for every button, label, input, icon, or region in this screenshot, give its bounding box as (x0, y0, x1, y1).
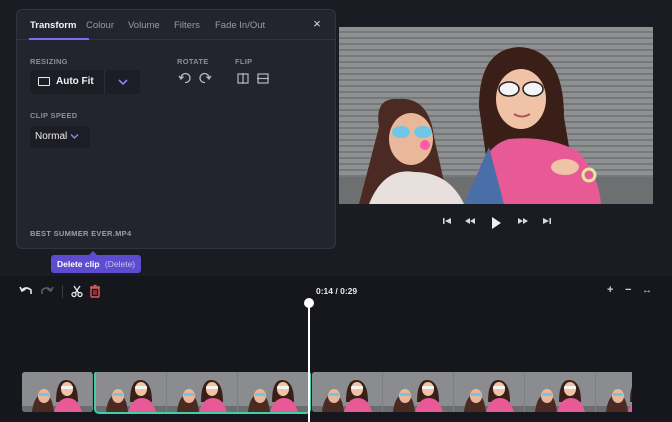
clip-speed-label: CLIP SPEED (30, 111, 78, 120)
rotate-left-button[interactable] (177, 70, 193, 86)
resizing-label: RESIZING (30, 57, 68, 66)
redo-icon (41, 286, 54, 294)
tooltip-shortcut: (Delete) (104, 259, 136, 269)
clip-speed-value: Normal (35, 131, 68, 142)
clip-thumbnail (238, 372, 308, 412)
timeline-clip[interactable] (312, 372, 632, 412)
flip-vertical-icon (257, 73, 269, 84)
redo-button[interactable] (39, 283, 55, 299)
skip-forward-icon (543, 218, 551, 224)
tab-volume[interactable]: Volume (128, 20, 160, 31)
flip-vertical-button[interactable] (255, 70, 271, 86)
tab-colour[interactable]: Colour (86, 20, 114, 31)
undo-button[interactable] (18, 283, 34, 299)
panel-tabs: Transform Colour Volume Filters Fade In/… (17, 10, 335, 40)
zoom-out-button[interactable]: − (625, 284, 631, 296)
rotate-right-button[interactable] (197, 70, 213, 86)
rotate-label: ROTATE (177, 57, 209, 66)
clip-speed-dropdown[interactable]: Normal (30, 126, 90, 148)
tooltip-label: Delete clip (57, 259, 100, 269)
split-clip-button[interactable] (69, 283, 85, 299)
video-preview[interactable] (339, 27, 653, 204)
rewind-button[interactable] (463, 214, 477, 228)
clip-thumbnail (312, 372, 382, 412)
clip-thumbnail (22, 372, 92, 412)
timeline-clip-selected[interactable] (94, 372, 311, 414)
chevron-down-icon (70, 133, 79, 140)
playhead-handle[interactable] (304, 298, 314, 308)
fast-forward-button[interactable] (516, 214, 530, 228)
delete-clip-button[interactable] (87, 283, 103, 299)
preview-image (339, 27, 653, 204)
tab-fade-in-out[interactable]: Fade In/Out (215, 20, 265, 31)
tab-filters[interactable]: Filters (174, 20, 200, 31)
zoom-fit-button[interactable]: ↔ (642, 285, 652, 296)
play-button[interactable] (488, 215, 504, 231)
close-panel-button[interactable]: × (309, 16, 325, 32)
clip-thumbnail (596, 372, 632, 412)
fast-forward-icon (518, 218, 528, 224)
flip-label: FLIP (235, 57, 253, 66)
chevron-down-icon (118, 79, 128, 86)
skip-forward-button[interactable] (540, 214, 554, 228)
skip-back-button[interactable] (440, 214, 454, 228)
rewind-icon (465, 218, 475, 224)
resize-dropdown[interactable]: Auto Fit (30, 70, 140, 94)
tab-transform[interactable]: Transform (30, 20, 76, 31)
clip-track (22, 372, 632, 414)
resize-value: Auto Fit (56, 76, 94, 87)
flip-horizontal-button[interactable] (235, 70, 251, 86)
clip-filename: BEST SUMMER EVER.MP4 (30, 229, 132, 238)
close-icon: × (313, 16, 321, 31)
playhead[interactable] (308, 307, 310, 422)
timecode: 0:14 / 0:29 (316, 286, 358, 296)
skip-back-icon (443, 218, 451, 224)
clip-thumbnail (454, 372, 524, 412)
clip-thumbnail (96, 372, 166, 412)
timeline[interactable]: 0:14 / 0:29 + − ↔ (0, 276, 672, 422)
timeline-clip[interactable] (22, 372, 93, 412)
aspect-ratio-icon (38, 77, 50, 86)
clip-thumbnail (525, 372, 595, 412)
undo-icon (19, 286, 32, 294)
delete-clip-tooltip: Delete clip (Delete) (51, 251, 142, 273)
resize-dropdown-toggle[interactable] (104, 70, 140, 94)
play-icon (492, 217, 501, 229)
trash-icon (90, 284, 100, 298)
rotate-left-icon (178, 72, 191, 84)
clip-thumbnail (383, 372, 453, 412)
active-tab-indicator (29, 38, 89, 40)
toolbar-divider (62, 285, 63, 298)
scissors-icon (71, 285, 83, 298)
rotate-right-icon (199, 72, 212, 84)
transform-panel: Transform Colour Volume Filters Fade In/… (16, 9, 336, 249)
flip-horizontal-icon (237, 73, 249, 84)
clip-thumbnail (167, 372, 237, 412)
zoom-in-button[interactable]: + (607, 284, 613, 296)
